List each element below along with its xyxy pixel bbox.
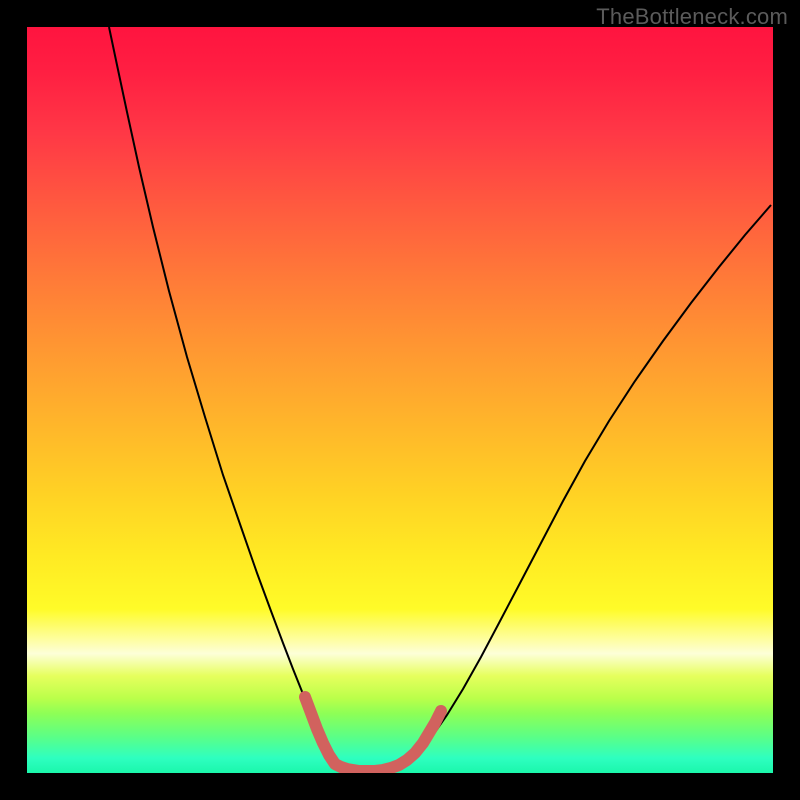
- watermark-text: TheBottleneck.com: [596, 4, 788, 30]
- plot-area: [27, 27, 773, 773]
- accent-bottom-curve: [305, 697, 441, 771]
- chart-frame: TheBottleneck.com: [0, 0, 800, 800]
- right-curve: [371, 205, 771, 771]
- left-curve: [109, 27, 371, 771]
- curve-layer: [27, 27, 773, 773]
